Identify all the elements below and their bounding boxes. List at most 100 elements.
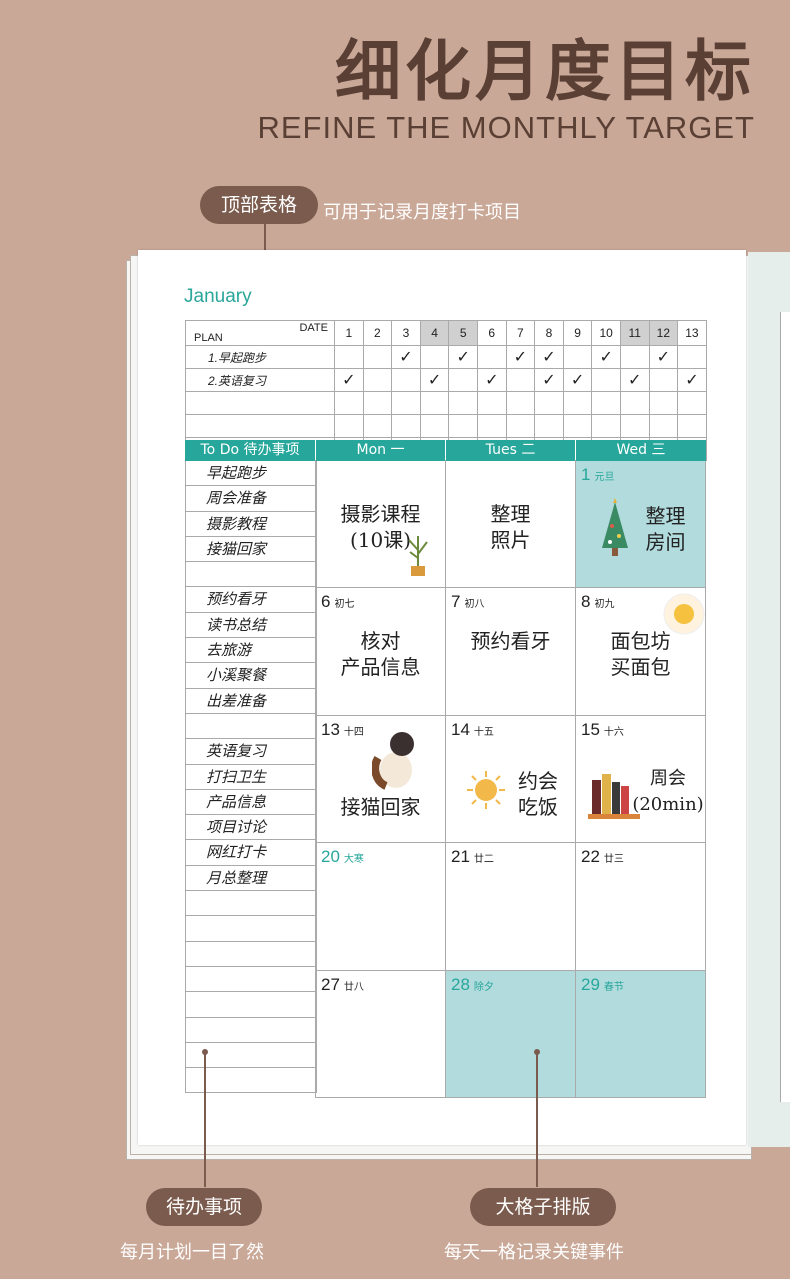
check-cell[interactable] — [448, 368, 478, 392]
check-cell[interactable] — [476, 391, 507, 415]
todo-item[interactable]: 网红打卡 — [186, 840, 316, 866]
check-icon[interactable]: ✓ — [448, 345, 478, 369]
check-cell[interactable] — [677, 414, 707, 438]
check-cell[interactable] — [648, 414, 679, 438]
check-cell[interactable] — [562, 345, 593, 369]
day-cell[interactable]: 21 廿二 — [446, 843, 576, 971]
todo-item[interactable]: 读书总结 — [186, 613, 316, 639]
date-label: DATE — [299, 322, 328, 334]
todo-item[interactable] — [186, 992, 316, 1018]
check-cell[interactable] — [448, 414, 478, 438]
todo-item[interactable]: 周会准备 — [186, 486, 316, 512]
check-icon[interactable]: ✓ — [334, 368, 364, 392]
check-cell[interactable] — [562, 391, 593, 415]
day-number: 20 大寒 — [321, 847, 364, 867]
check-cell[interactable] — [619, 345, 650, 369]
tree-icon — [602, 498, 628, 556]
check-cell[interactable] — [505, 391, 536, 415]
day-cell[interactable]: 29 春节 — [576, 970, 706, 1098]
lunar-date: 元旦 — [594, 472, 615, 483]
day-cell[interactable]: 1 元旦 整理 房间 — [576, 461, 706, 589]
day-number-text: 29 — [581, 974, 600, 994]
check-cell[interactable] — [505, 414, 536, 438]
check-icon[interactable]: ✓ — [677, 368, 707, 392]
check-cell[interactable] — [648, 391, 679, 415]
check-icon[interactable]: ✓ — [476, 368, 507, 392]
todo-item[interactable]: 接猫回家 — [186, 537, 316, 563]
day-cell[interactable]: 6 初七 核对 产品信息 — [316, 588, 446, 716]
check-cell[interactable] — [677, 345, 707, 369]
todo-item[interactable]: 去旅游 — [186, 638, 316, 664]
check-cell[interactable] — [534, 391, 564, 415]
todo-item[interactable]: 英语复习 — [186, 739, 316, 765]
todo-item[interactable]: 项目讨论 — [186, 815, 316, 841]
check-cell[interactable] — [534, 414, 564, 438]
day-cell[interactable]: 20 大寒 — [316, 843, 446, 971]
check-cell[interactable] — [419, 345, 450, 369]
day-cell[interactable]: 7 初八 预约看牙 — [446, 588, 576, 716]
check-icon[interactable]: ✓ — [419, 368, 450, 392]
day-cell[interactable]: 整理 照片 — [446, 461, 576, 589]
check-cell[interactable] — [362, 414, 393, 438]
todo-item[interactable]: 产品信息 — [186, 790, 316, 816]
check-icon[interactable]: ✓ — [591, 345, 621, 369]
day-note: 整理 照片 — [490, 502, 531, 552]
todo-item[interactable] — [186, 891, 316, 917]
todo-item[interactable] — [186, 1018, 316, 1043]
habit-name: 1.早起跑步 — [185, 345, 335, 369]
check-icon[interactable]: ✓ — [534, 368, 564, 392]
check-cell[interactable] — [619, 414, 650, 438]
check-cell[interactable] — [591, 391, 621, 415]
check-cell[interactable] — [591, 368, 621, 392]
todo-item[interactable] — [186, 916, 316, 942]
check-cell[interactable] — [419, 391, 450, 415]
day-cell[interactable]: 28 除夕 — [446, 970, 576, 1098]
check-cell[interactable] — [591, 414, 621, 438]
plan-date-header: PLAN DATE — [185, 320, 335, 346]
check-cell[interactable] — [619, 391, 650, 415]
check-cell[interactable] — [334, 414, 364, 438]
check-icon[interactable]: ✓ — [505, 345, 536, 369]
day-cell[interactable]: 22 廿三 — [576, 843, 706, 971]
todo-item[interactable] — [186, 967, 316, 993]
day-number-text: 13 — [321, 719, 340, 739]
date-cell: 11 — [619, 320, 650, 346]
check-cell[interactable] — [648, 368, 679, 392]
todo-item[interactable]: 出差准备 — [186, 689, 316, 714]
check-cell[interactable] — [419, 414, 450, 438]
check-cell[interactable] — [505, 368, 536, 392]
todo-item[interactable]: 小溪聚餐 — [186, 663, 316, 689]
check-cell[interactable] — [476, 414, 507, 438]
check-cell[interactable] — [362, 368, 393, 392]
check-cell[interactable] — [362, 345, 393, 369]
todo-item[interactable] — [186, 714, 316, 740]
check-cell[interactable] — [476, 345, 507, 369]
check-cell[interactable] — [334, 391, 364, 415]
todo-item[interactable]: 月总整理 — [186, 866, 316, 892]
check-icon[interactable]: ✓ — [534, 345, 564, 369]
check-cell[interactable] — [677, 391, 707, 415]
todo-item[interactable] — [186, 562, 316, 588]
check-cell[interactable] — [391, 391, 421, 415]
check-cell[interactable] — [562, 414, 593, 438]
check-cell[interactable] — [448, 391, 478, 415]
plant-icon — [408, 536, 428, 576]
check-icon[interactable]: ✓ — [648, 345, 679, 369]
check-icon[interactable]: ✓ — [562, 368, 593, 392]
day-number-text: 28 — [451, 974, 470, 994]
check-icon[interactable]: ✓ — [619, 368, 650, 392]
check-cell[interactable] — [362, 391, 393, 415]
day-cell[interactable]: 27 廿八 — [316, 970, 446, 1098]
todo-item[interactable]: 预约看牙 — [186, 587, 316, 613]
callout-dot-grid — [534, 1049, 540, 1055]
todo-item[interactable]: 摄影教程 — [186, 512, 316, 537]
check-icon[interactable]: ✓ — [391, 345, 421, 369]
todo-item[interactable] — [186, 942, 316, 967]
check-cell[interactable] — [391, 414, 421, 438]
todo-item[interactable]: 打扫卫生 — [186, 765, 316, 790]
right-page-inner — [780, 312, 790, 1102]
check-cell[interactable] — [391, 368, 421, 392]
check-cell[interactable] — [334, 345, 364, 369]
todo-item[interactable]: 早起跑步 — [186, 461, 316, 487]
day-note: 核对 产品信息 — [340, 629, 421, 680]
